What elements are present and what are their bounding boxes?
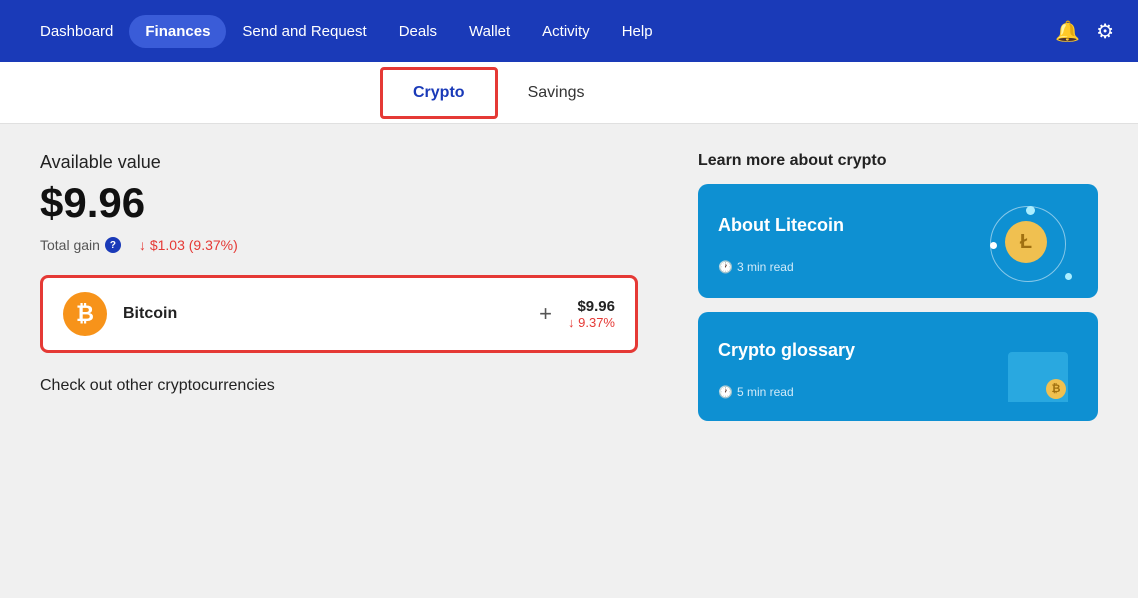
litecoin-card-title: About Litecoin (718, 215, 844, 236)
nav-activity[interactable]: Activity (526, 15, 606, 48)
glossary-card-meta: 🕐 5 min read (718, 385, 855, 399)
book-illustration: ₿ (998, 332, 1078, 407)
main-content: Available value $9.96 Total gain ? ↓ $1.… (0, 124, 1138, 598)
learn-label: Learn more about crypto (698, 152, 1098, 170)
gain-label: Total gain ? (40, 237, 121, 253)
clock-icon: 🕐 (718, 260, 733, 274)
bitcoin-change: ↓ 9.37% (568, 315, 615, 330)
sub-nav: Crypto Savings (0, 62, 1138, 124)
total-gain-text: Total gain (40, 237, 100, 253)
bitcoin-card[interactable]: ₿ Bitcoin + $9.96 ↓ 9.37% (40, 275, 638, 353)
nav-dashboard[interactable]: Dashboard (24, 15, 129, 48)
total-gain-row: Total gain ? ↓ $1.03 (9.37%) (40, 237, 638, 253)
gear-icon[interactable]: ⚙ (1096, 19, 1114, 44)
tab-savings[interactable]: Savings (498, 70, 615, 116)
glossary-read-time: 5 min read (737, 385, 794, 399)
glossary-card-left: Crypto glossary 🕐 5 min read (718, 340, 855, 399)
litecoin-card-meta: 🕐 3 min read (718, 260, 844, 274)
bitcoin-name: Bitcoin (123, 305, 523, 323)
tab-crypto[interactable]: Crypto (380, 67, 498, 119)
navbar: Dashboard Finances Send and Request Deal… (0, 0, 1138, 62)
bitcoin-icon: ₿ (63, 292, 107, 336)
nav-deals[interactable]: Deals (383, 15, 453, 48)
glossary-card-title: Crypto glossary (718, 340, 855, 361)
clock-icon-2: 🕐 (718, 385, 733, 399)
available-label: Available value (40, 152, 638, 173)
gain-amount: ↓ $1.03 (9.37%) (139, 237, 238, 253)
bitcoin-values: $9.96 ↓ 9.37% (568, 298, 615, 330)
litecoin-card[interactable]: About Litecoin 🕐 3 min read Ł (698, 184, 1098, 298)
bell-icon[interactable]: 🔔 (1055, 19, 1080, 44)
glossary-card[interactable]: Crypto glossary 🕐 5 min read ₿ (698, 312, 1098, 421)
left-panel: Available value $9.96 Total gain ? ↓ $1.… (40, 152, 638, 570)
nav-help[interactable]: Help (606, 15, 669, 48)
info-icon[interactable]: ? (105, 237, 121, 253)
litecoin-card-left: About Litecoin 🕐 3 min read (718, 215, 844, 274)
book-coin: ₿ (1046, 379, 1066, 399)
nav-send-request[interactable]: Send and Request (226, 15, 382, 48)
litecoin-read-time: 3 min read (737, 260, 794, 274)
add-crypto-button[interactable]: + (539, 301, 552, 327)
litecoin-illustration: Ł (988, 204, 1078, 284)
nav-wallet[interactable]: Wallet (453, 15, 526, 48)
nav-finances[interactable]: Finances (129, 15, 226, 48)
available-value: $9.96 (40, 179, 638, 227)
litecoin-coin: Ł (1005, 221, 1047, 263)
bitcoin-price: $9.96 (568, 298, 615, 315)
check-other-label: Check out other cryptocurrencies (40, 377, 638, 395)
right-panel: Learn more about crypto About Litecoin 🕐… (698, 152, 1098, 570)
